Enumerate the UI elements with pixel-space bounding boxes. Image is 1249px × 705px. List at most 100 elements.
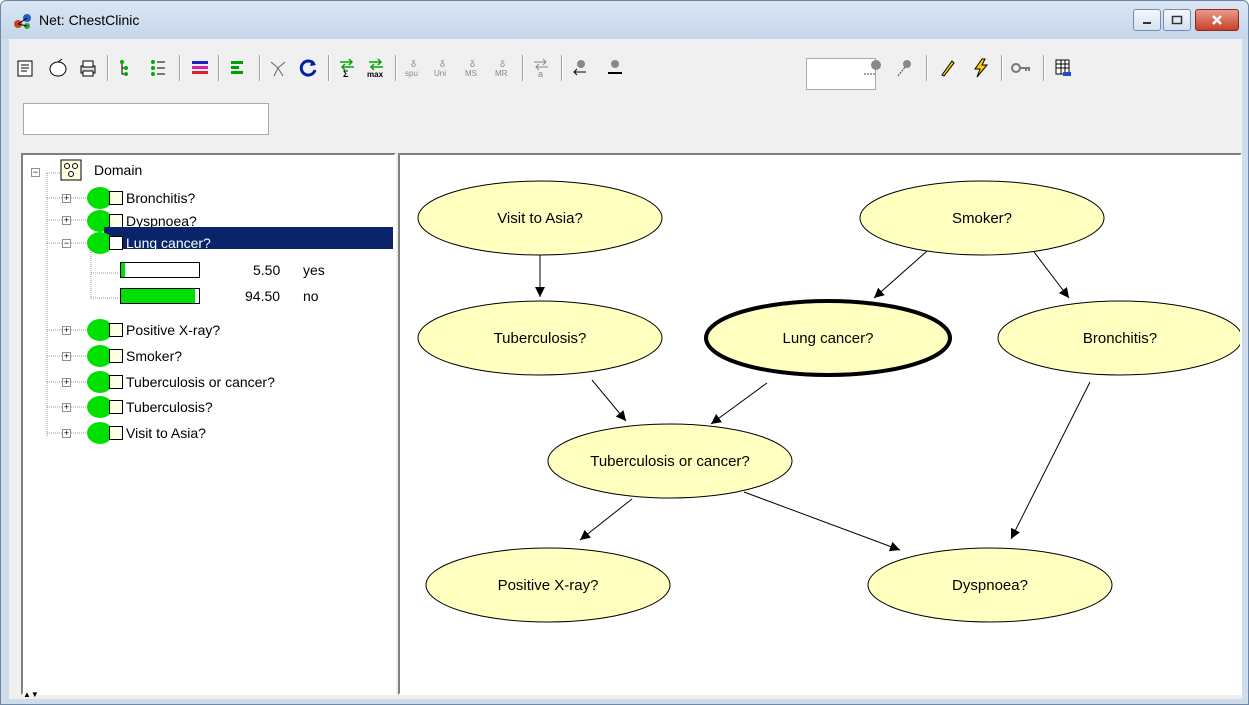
client-area: Σ max δ spu δ Uni δ MS δ MR a − Domain +… (9, 39, 1242, 699)
node-dyspnoea[interactable]: Dyspnoea? (867, 547, 1113, 623)
max-propagation-button[interactable]: max (363, 54, 391, 82)
tree-item-label: Tuberculosis? (126, 399, 213, 415)
retract-button[interactable] (567, 54, 595, 82)
edit-mode-button[interactable] (933, 54, 961, 82)
node-visit-to-asia[interactable]: Visit to Asia? (417, 180, 663, 256)
svg-text:spu: spu (405, 69, 418, 78)
state-value: 94.50 (245, 288, 281, 304)
toolbar: Σ max δ spu δ Uni δ MS δ MR a (9, 39, 1242, 99)
edge-bronchitis-dyspnoea (1010, 381, 1091, 540)
expand-toggle[interactable]: + (62, 378, 71, 387)
network-canvas[interactable]: Visit to Asia? Smoker? Tuberculosis? Lun… (398, 153, 1242, 695)
license-key-button[interactable] (1007, 54, 1035, 82)
node-checkbox[interactable] (109, 375, 123, 389)
state-name: yes (303, 262, 325, 278)
domain-icon (60, 159, 82, 181)
pencil-icon (941, 60, 955, 77)
sensitivity-uni-button[interactable]: δ Uni (429, 54, 457, 82)
svg-text:MR: MR (495, 69, 508, 78)
node-checkbox[interactable] (109, 349, 123, 363)
edge-smoker-lungcancer (873, 243, 936, 299)
node-smoker[interactable]: Smoker? (859, 180, 1105, 256)
svg-text:δ: δ (440, 59, 445, 69)
edge-smoker-bronchitis (1027, 243, 1070, 299)
node-label: Dyspnoea? (952, 577, 1028, 594)
minimize-icon (1143, 22, 1151, 24)
close-button[interactable] (1195, 9, 1239, 31)
monitor-bars-button[interactable] (224, 54, 252, 82)
expand-toggle[interactable]: + (62, 352, 71, 361)
node-checkbox[interactable] (109, 191, 123, 205)
delta-mr-icon: δMR (495, 59, 508, 78)
collapse-toggle-domain[interactable]: − (31, 168, 40, 177)
svg-text:a: a (538, 69, 543, 78)
reset-button[interactable] (295, 54, 323, 82)
analysis-button[interactable]: a (527, 54, 555, 82)
sum-propagation-button[interactable]: Σ (333, 54, 361, 82)
node-checkbox[interactable] (109, 426, 123, 440)
delta-spu-icon: δspu (405, 59, 418, 78)
tree-item-label: Tuberculosis or cancer? (126, 374, 275, 390)
properties-icon (17, 60, 33, 77)
edge-lungcancer-tuborcancer (710, 382, 768, 425)
node-tuberculosis-or-cancer[interactable]: Tuberculosis or cancer? (547, 423, 793, 499)
go-button[interactable] (859, 54, 887, 82)
state-value: 5.50 (253, 262, 281, 278)
expand-toggle[interactable]: + (62, 216, 71, 225)
tree-item-label: Positive X-ray? (126, 322, 221, 338)
minimize-button[interactable] (1133, 9, 1161, 31)
node-checkbox[interactable] (109, 400, 123, 414)
node-label: Visit to Asia? (497, 210, 583, 227)
node-checkbox[interactable] (109, 214, 123, 228)
key-icon (1011, 63, 1030, 73)
expand-toggle[interactable]: + (62, 326, 71, 335)
node-label: Positive X-ray? (498, 577, 599, 594)
node-checkbox[interactable] (109, 236, 123, 250)
restore-icon (1171, 15, 1183, 25)
state-bar-fill (121, 263, 126, 277)
collapse-nodes-button[interactable] (144, 54, 172, 82)
open-node-button[interactable] (44, 54, 72, 82)
maximize-button[interactable] (1163, 9, 1191, 31)
monitor-colors-button[interactable] (186, 54, 214, 82)
evidence-icon (608, 60, 622, 74)
panel-resize-arrows[interactable]: ▲▼ (23, 690, 39, 699)
close-icon (1212, 15, 1222, 25)
node-tuberculosis[interactable]: Tuberculosis? (417, 300, 663, 376)
collapse-toggle[interactable]: − (62, 239, 71, 248)
expand-toggle[interactable]: + (62, 403, 71, 412)
node-bronchitis[interactable]: Bronchitis? (997, 300, 1240, 376)
lightning-icon (974, 58, 989, 78)
svg-text:δ: δ (411, 59, 416, 69)
node-checkbox[interactable] (109, 323, 123, 337)
compile-button[interactable] (967, 54, 995, 82)
state-bar-yes (120, 262, 200, 278)
expand-toggle[interactable]: + (62, 429, 71, 438)
node-label: Smoker? (952, 210, 1012, 227)
network-layout-button[interactable] (264, 54, 292, 82)
sensitivity-ms-button[interactable]: δ MS (459, 54, 487, 82)
print-button[interactable] (74, 54, 102, 82)
svg-text:max: max (367, 70, 384, 78)
state-bar-no (120, 288, 200, 304)
data-table-button[interactable] (1049, 54, 1077, 82)
find-node-button[interactable] (891, 54, 919, 82)
properties-button[interactable] (12, 54, 40, 82)
node-positive-xray[interactable]: Positive X-ray? (425, 547, 671, 623)
max-propagate-icon: max (367, 58, 384, 78)
node-lung-cancer[interactable]: Lung cancer? (704, 299, 952, 377)
sensitivity-spu-button[interactable]: δ spu (400, 54, 428, 82)
network-graph[interactable]: Visit to Asia? Smoker? Tuberculosis? Lun… (400, 155, 1240, 693)
search-input[interactable] (23, 103, 269, 135)
sensitivity-mr-button[interactable]: δ MR (489, 54, 517, 82)
expand-nodes-button[interactable] (113, 54, 141, 82)
enter-evidence-button[interactable] (601, 54, 629, 82)
tree-root-label: Domain (94, 162, 143, 178)
title-bar[interactable]: Net: ChestClinic (1, 1, 1248, 39)
app-window: Net: ChestClinic Σ max δ spu δ Uni δ MS … (0, 0, 1249, 705)
window-title: Net: ChestClinic (39, 12, 140, 28)
svg-text:Uni: Uni (434, 69, 446, 78)
edge-tuborcancer-dyspnoea (743, 491, 901, 552)
expand-toggle[interactable]: + (62, 194, 71, 203)
go-node-icon (864, 60, 881, 75)
